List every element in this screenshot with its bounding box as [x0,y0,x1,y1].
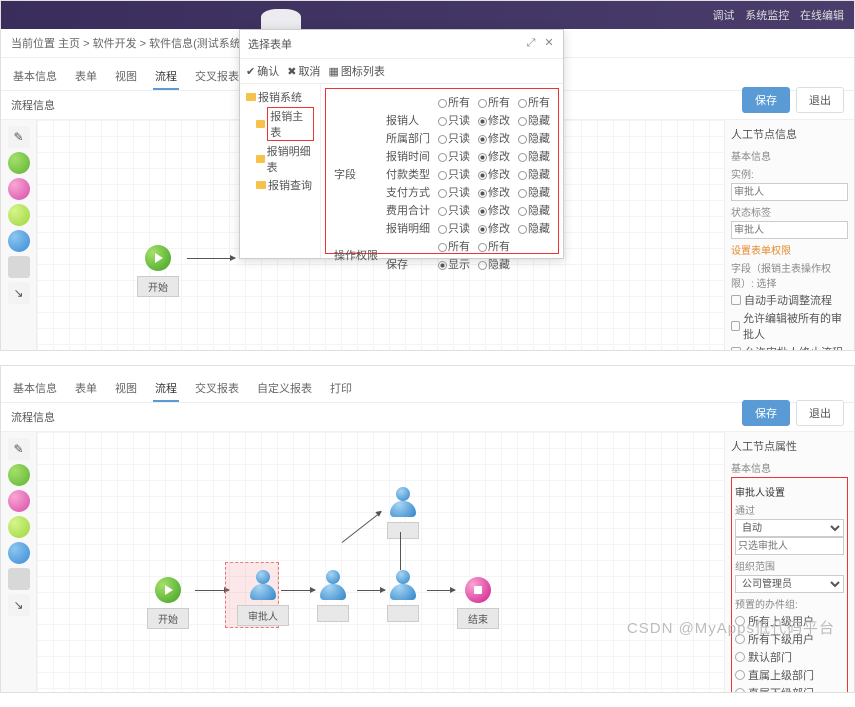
tab-basic[interactable]: 基本信息 [11,64,59,90]
tool-person-icon[interactable] [8,542,30,564]
tab2-basic[interactable]: 基本信息 [11,376,59,402]
exit-button-2[interactable]: 退出 [796,400,844,426]
panel-title: 人工节点信息 [731,126,848,142]
ok-button[interactable]: ✔确认 [246,63,279,79]
node-end-label: 结束 [457,608,499,629]
arrow-up [342,511,382,543]
node-end[interactable]: 结束 [457,577,499,629]
r2[interactable]: 默认部门 [735,649,844,665]
iconlist-button[interactable]: ▦图标列表 [328,63,384,79]
tab2-print[interactable]: 打印 [328,376,354,402]
tool-line-icon[interactable]: ↘ [8,282,30,304]
dialog-pop-icon[interactable]: ⤢ [525,38,537,50]
arrow [187,258,235,259]
arrow-down [400,532,401,570]
tool-end-icon[interactable] [8,178,30,200]
scope-select[interactable]: 公司管理员 [735,575,844,593]
tree-item-2[interactable]: 报销查询 [244,176,316,194]
tool-box-icon[interactable] [8,256,30,278]
save-button[interactable]: 保存 [742,87,790,113]
right-panel: 人工节点信息 基本信息 实例: 状态标签 设置表单权限 字段（报销主表操作权限）… [724,120,854,350]
tool-end-icon[interactable] [8,490,30,512]
tabs2: 基本信息 表单 视图 流程 交叉报表 自定义报表 打印 [1,366,854,403]
subheader2: 流程信息 保存 退出 [1,403,854,432]
r0[interactable]: 所有上级用户 [735,613,844,629]
tool-box-icon[interactable] [8,568,30,590]
tool-person-icon[interactable] [8,230,30,252]
tab2-view[interactable]: 视图 [113,376,139,402]
form-tree: 报销系统 报销主表 报销明细表 报销查询 [240,84,321,258]
arrow [281,590,315,591]
node-person-top[interactable] [387,487,419,539]
dialog-title: 选择表单 ⤢ ✕ [240,30,563,59]
cancel-button[interactable]: ✖取消 [287,63,320,79]
approver-field[interactable] [735,537,844,555]
node-start[interactable]: 开始 [137,245,179,297]
permission-grid: 所有所有所有 字段 报销人只读修改隐藏 所属部门只读修改隐藏 报销时间只读修改隐… [321,84,563,258]
node-person-3[interactable] [387,570,419,622]
tool-start-icon[interactable] [8,464,30,486]
flow-canvas-2[interactable]: 开始 审批人 [37,432,724,692]
select-form-dialog: 选择表单 ⤢ ✕ ✔确认 ✖取消 ▦图标列表 报销系统 报销主表 报销明细表 报… [239,29,564,259]
arrow [427,590,455,591]
exit-button[interactable]: 退出 [796,87,844,113]
dialog-toolbar: ✔确认 ✖取消 ▦图标列表 [240,59,563,84]
r4[interactable]: 直属下级部门 [735,685,844,692]
tool-auto-icon[interactable] [8,204,30,226]
dialog-close-icon[interactable]: ✕ [543,38,555,50]
tab-flow[interactable]: 流程 [153,64,179,90]
tab-form[interactable]: 表单 [73,64,99,90]
tab2-custom[interactable]: 自定义报表 [255,376,314,402]
tool-auto-icon[interactable] [8,516,30,538]
link-monitor[interactable]: 系统监控 [745,10,789,22]
node-person-2[interactable] [317,570,349,622]
node-start-2[interactable]: 开始 [147,577,189,629]
tab2-form[interactable]: 表单 [73,376,99,402]
node-start-label: 开始 [137,276,179,297]
panel-title: 人工节点属性 [731,438,848,454]
node-start-label: 开始 [147,608,189,629]
pass-select[interactable]: 自动 [735,519,844,537]
tab2-cross[interactable]: 交叉报表 [193,376,241,402]
tab2-flow[interactable]: 流程 [153,376,179,402]
right-panel-2: 人工节点属性 基本信息 审批人设置 通过 自动 组织范围 公司管理员 预置的办件… [724,432,854,692]
arrow [195,590,229,591]
chk-allow1[interactable]: 允许编辑被所有的审批人 [731,310,848,342]
save-button-2[interactable]: 保存 [742,400,790,426]
status-field[interactable] [731,221,848,239]
instance-field[interactable] [731,183,848,201]
tool-palette-2: ✎ ↘ [1,432,37,692]
r1[interactable]: 所有下级用户 [735,631,844,647]
tool-start-icon[interactable] [8,152,30,174]
app-header: 调试 系统监控 在线编辑 [1,1,854,29]
tool-line-icon[interactable]: ↘ [8,594,30,616]
r3[interactable]: 直属上级部门 [735,667,844,683]
arrow [357,590,385,591]
tree-item-1[interactable]: 报销明细表 [244,142,316,176]
link-debug[interactable]: 调试 [712,10,734,22]
tool-palette: ✎ ↘ [1,120,37,350]
tab-cross[interactable]: 交叉报表 [193,64,241,90]
node-person-1[interactable]: 审批人 [237,570,289,626]
node-person-label: 审批人 [237,605,289,626]
link-edit[interactable]: 在线编辑 [800,10,844,22]
tool-pen-icon[interactable]: ✎ [8,126,30,148]
chk-allow2[interactable]: 允许审批人终止流程 [731,344,848,350]
tree-root[interactable]: 报销系统 [244,88,316,106]
tab-view[interactable]: 视图 [113,64,139,90]
chk-auto[interactable]: 自动手动调整流程 [731,292,848,308]
tree-item-0[interactable]: 报销主表 [244,106,316,142]
tool-pen-icon[interactable]: ✎ [8,438,30,460]
header-links: 调试 系统监控 在线编辑 [704,7,844,23]
